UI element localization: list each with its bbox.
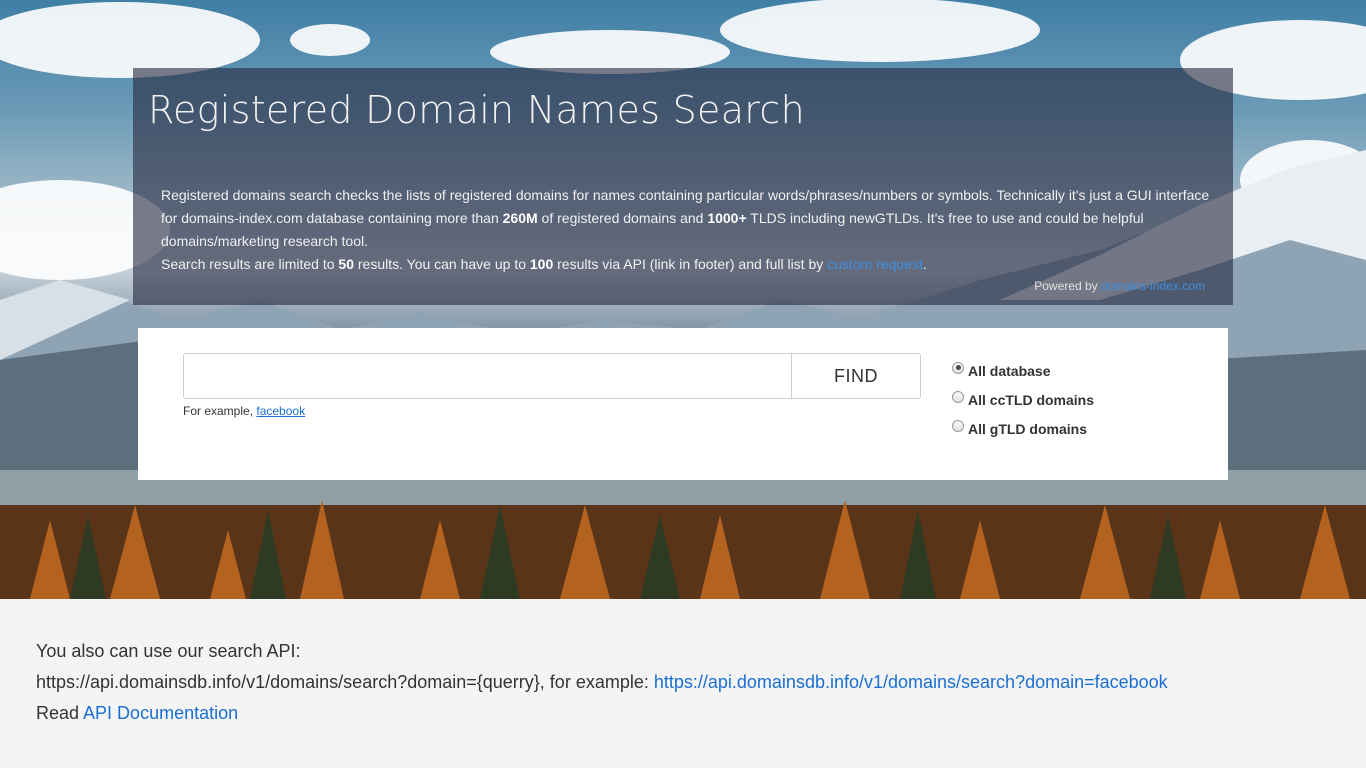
- powered-by-label: Powered by: [1034, 279, 1101, 293]
- search-bar: FIND: [183, 353, 921, 399]
- api-limit: 100: [529, 256, 554, 272]
- api-intro: You also can use our search API:: [36, 641, 301, 661]
- domains-index-link[interactable]: domains-index.com: [1101, 279, 1205, 293]
- domain-search-input[interactable]: [184, 354, 791, 398]
- radio-button-selected[interactable]: [952, 361, 964, 374]
- scope-label: All ccTLD domains: [968, 391, 1095, 408]
- api-endpoint-text: https://api.domainsdb.info/v1/domains/se…: [36, 672, 654, 692]
- api-endpoint-line: https://api.domainsdb.info/v1/domains/se…: [36, 667, 1336, 698]
- api-docs-prefix: Read: [36, 703, 84, 723]
- limits-text: results via API (link in footer) and ful…: [553, 256, 828, 272]
- tld-count: 1000+: [707, 210, 747, 226]
- page-title: Registered Domain Names Search: [148, 88, 805, 132]
- hero-background: Registered Domain Names Search Registere…: [0, 0, 1366, 599]
- limits-text: Search results are limited to: [161, 256, 339, 272]
- custom-request-link[interactable]: custom request: [827, 256, 923, 272]
- scope-option-gtld[interactable]: All gTLD domains: [952, 414, 1094, 443]
- example-link[interactable]: facebook: [256, 404, 305, 418]
- search-example: For example, facebook: [183, 404, 305, 418]
- api-documentation-link[interactable]: API Documentation: [83, 703, 238, 723]
- scope-option-cctld[interactable]: All ccTLD domains: [952, 385, 1094, 414]
- example-label: For example,: [183, 404, 257, 418]
- intro-text: of registered domains and: [537, 210, 708, 226]
- result-limit: 50: [338, 256, 354, 272]
- search-scope-group: All database All ccTLD domains All gTLD …: [952, 356, 1094, 443]
- scope-label: All database: [968, 362, 1051, 379]
- api-example-link[interactable]: https://api.domainsdb.info/v1/domains/se…: [654, 672, 1168, 692]
- limits-text: .: [922, 256, 927, 272]
- limits-text: results. You can have up to: [353, 256, 530, 272]
- radio-button[interactable]: [952, 419, 964, 432]
- find-button[interactable]: FIND: [791, 354, 920, 398]
- api-docs-line: Read API Documentation: [36, 698, 1336, 729]
- scope-label: All gTLD domains: [968, 420, 1087, 437]
- scope-option-all-database[interactable]: All database: [952, 356, 1094, 385]
- intro-description: Registered domains search checks the lis…: [161, 184, 1211, 276]
- search-card: FIND For example, facebook All database …: [138, 328, 1228, 480]
- domain-count: 260M: [502, 210, 538, 226]
- powered-by: Powered by domains-index.com: [1034, 279, 1205, 293]
- api-info-section: You also can use our search API: https:/…: [36, 636, 1336, 729]
- radio-button[interactable]: [952, 390, 964, 403]
- intro-panel: Registered Domain Names Search Registere…: [133, 68, 1233, 305]
